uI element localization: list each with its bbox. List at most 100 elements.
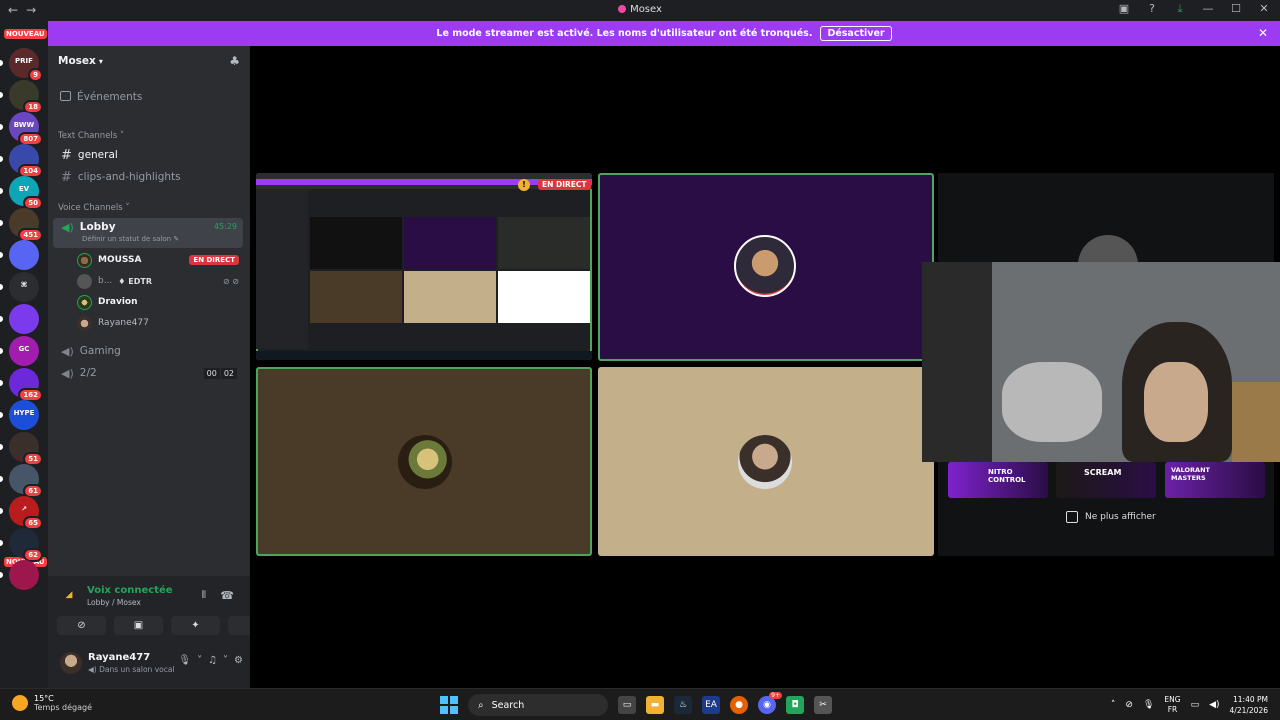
checkbox[interactable] [1066,511,1078,523]
server-icon[interactable]: GC [9,336,39,366]
forward-arrow-icon[interactable]: → [26,3,36,17]
member-rayane[interactable]: Rayane477 [77,314,247,332]
disconnect-icon[interactable]: ☎ [220,589,234,602]
taskbar-search[interactable]: ⌕ Search [468,694,608,716]
server-icon[interactable]: 61 [9,464,43,498]
chevron-down-icon[interactable]: ˅ [223,655,228,666]
category-voice-channels[interactable]: Voice Channels ˅ [58,203,130,213]
participant-tile-rayane[interactable] [598,367,934,556]
weather-sun-icon [12,695,28,711]
participant-tile-moussa[interactable] [598,173,934,361]
server-icon[interactable]: 104 [9,144,43,178]
help-icon[interactable]: ? [1144,2,1160,16]
server-icon[interactable]: 51 [9,432,43,466]
unread-pip [0,156,3,162]
voice-channel-gaming[interactable]: ◀) Gaming [53,341,243,361]
unread-pip [0,476,3,482]
user-avatar[interactable] [60,652,82,674]
inbox-icon[interactable]: ▣ [1116,2,1132,16]
speaker-icon: ◀) [61,344,74,358]
server-icon[interactable]: ⌘ [9,272,39,302]
server-header[interactable]: Mosex ▾ [58,55,103,67]
speaker-icon: ◀) [61,221,74,234]
screenshare-tile[interactable]: ! EN DIRECT [256,173,592,360]
green-app-icon[interactable]: ◘ [786,696,804,714]
voice-connected-label[interactable]: Voix connectée [87,585,173,596]
signal-icon[interactable]: ◢ [60,590,78,606]
member-edtr[interactable]: b... ♦ EDTR ⊘ ⊘ [77,272,247,290]
camera-off-button[interactable]: ⊘ [57,616,106,635]
username[interactable]: Rayane477 [88,652,150,663]
language-indicator[interactable]: ENG FR [1164,695,1180,715]
firefox-icon[interactable]: ● [730,696,748,714]
promo-image-2[interactable]: SCREAM [1056,462,1156,498]
chevron-up-icon[interactable]: ˄ [1111,700,1116,710]
invite-user-icon[interactable]: ♣ [229,54,240,68]
ea-app-icon[interactable]: EA [702,696,720,714]
events-link[interactable]: Événements [60,91,142,103]
search-label: Search [491,699,525,711]
dont-show-again[interactable]: Ne plus afficher [1066,511,1156,523]
back-arrow-icon[interactable]: ← [8,3,18,17]
member-moussa[interactable]: MOUSSA EN DIRECT [77,251,247,269]
maximize-button[interactable]: ☐ [1228,2,1244,16]
participant-tile-dravion[interactable] [256,367,592,556]
snipping-tool-icon[interactable]: ✂ [814,696,832,714]
promo-image-3[interactable]: VALORANT MASTERS [1165,462,1265,498]
server-icon[interactable] [9,560,39,590]
server-icon[interactable]: ↗ 65 [9,496,43,530]
chevron-down-icon[interactable]: ˅ [197,655,202,666]
steam-icon[interactable]: ♨ [674,696,692,714]
set-status-link[interactable]: Définir un statut de salon ✎ [82,235,179,243]
windows-start-icon[interactable] [440,696,458,714]
channel-label: general [77,149,118,161]
voice-connection-panel: ◢ Voix connectée Lobby / Mosex ⫴ ☎ ⊘ ▣ ✦… [48,576,277,688]
disable-streamer-button[interactable]: Désactiver [820,26,892,41]
download-icon[interactable]: ⤓ [1172,2,1188,16]
avatar [77,273,92,289]
member-dravion[interactable]: Dravion [77,293,247,311]
network-off-icon[interactable]: ⊘ [1125,700,1133,710]
file-explorer-icon[interactable]: ▬ [646,696,664,714]
microphone-icon[interactable]: 🎙 [1143,700,1154,710]
server-icon[interactable]: 62 [9,528,43,562]
channel-clips[interactable]: # clips-and-highlights [53,167,243,187]
server-icon[interactable]: HYPE [9,400,39,430]
discord-icon[interactable]: ◉ 9+ [758,692,782,714]
server-icon[interactable]: 18 [9,80,43,114]
server-name: Mosex [58,55,96,67]
member-name: b... [98,276,113,286]
screen-share-button[interactable]: ▣ [114,616,163,635]
server-icon[interactable]: EV 50 [9,176,43,210]
activities-button[interactable]: ✦ [171,616,220,635]
server-icon[interactable] [9,240,39,270]
task-view-icon[interactable]: ▭ [618,696,636,714]
close-banner-icon[interactable]: ✕ [1258,26,1268,40]
voice-channel-2-2[interactable]: ◀) 2/2 00 02 [53,363,243,383]
banner-text: Le mode streamer est activé. Les noms d'… [436,28,813,39]
channel-sidebar: Mosex ▾ ♣ Événements Text Channels ˅ # gen… [48,46,250,576]
server-icon[interactable]: 162 [9,368,43,402]
promo-image-1[interactable]: NITRO CONTROL [948,462,1048,498]
server-icon[interactable] [9,304,39,334]
server-icon[interactable]: BWW 807 [9,112,43,146]
minimize-button[interactable]: — [1200,2,1216,16]
lobby-timer: 45:29 [213,222,237,231]
noise-suppression-icon[interactable]: ⫴ [202,590,206,601]
settings-gear-icon[interactable]: ⚙ [234,655,243,666]
user-limit-badge: 00 02 [203,367,237,379]
weather-widget[interactable]: 15°C Temps dégagé [12,694,92,712]
volume-icon[interactable]: ◀) [1209,700,1219,710]
server-icon[interactable]: 451 [9,208,43,242]
display-icon[interactable]: ▭ [1191,700,1200,710]
close-window-button[interactable]: ✕ [1256,2,1272,16]
headphones-icon[interactable]: ♫ [208,655,217,666]
channel-general[interactable]: # general [53,145,243,165]
voice-location[interactable]: Lobby / Mosex [87,598,141,607]
share-tile-b [404,217,496,269]
category-text-channels[interactable]: Text Channels ˅ [58,131,124,141]
server-icon[interactable]: PRIF 9 [9,48,43,82]
voice-channel-lobby[interactable]: ◀) Lobby Définir un statut de salon ✎ 45… [53,218,243,248]
clock[interactable]: 11:40 PM 4/21/2026 [1230,694,1268,716]
microphone-icon[interactable]: 🎙 [178,655,191,666]
